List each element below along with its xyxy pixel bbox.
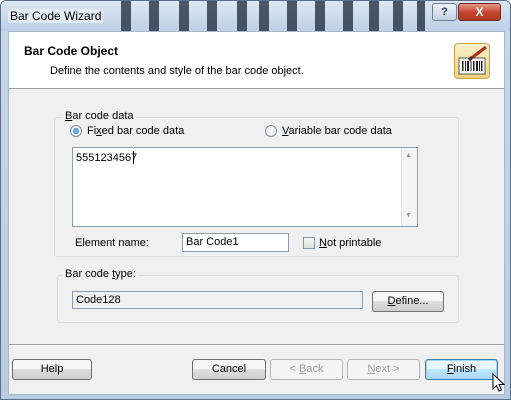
close-icon: X	[475, 5, 484, 19]
barcode-data-textarea[interactable]: 5551234567 ▲ ▼	[72, 147, 418, 227]
help-title-button[interactable]: ?	[432, 3, 457, 21]
element-name-label: Element name:	[75, 237, 149, 249]
radio-checked-icon	[70, 125, 82, 137]
scroll-up-arrow-icon[interactable]: ▲	[405, 152, 412, 159]
title-bar[interactable]: Bar Code Wizard ? X	[1, 1, 510, 31]
back-button[interactable]: < Back	[270, 359, 343, 380]
scroll-down-arrow-icon[interactable]: ▼	[405, 212, 412, 219]
wizard-header: Bar Code Object Define the contents and …	[9, 32, 504, 89]
radio-unchecked-icon	[265, 125, 277, 137]
barcode-type-field: Code128	[72, 291, 363, 309]
mouse-pointer-icon	[492, 373, 506, 392]
fixed-barcode-label: Fixed bar code data	[87, 125, 185, 137]
element-name-input[interactable]: Bar Code1	[182, 233, 289, 252]
close-button[interactable]: X	[458, 3, 501, 21]
variable-barcode-label: Variable bar code data	[282, 125, 392, 137]
window-title: Bar Code Wizard	[8, 9, 104, 23]
barcode-type-group-label: Bar code type:	[63, 268, 138, 280]
text-caret	[133, 151, 134, 164]
barcode-data-value: 5551234567	[76, 152, 138, 164]
fixed-barcode-radio[interactable]: Fixed bar code data	[70, 125, 184, 137]
footer-separator	[9, 344, 504, 346]
barcode-pen-icon	[454, 43, 490, 79]
wizard-window: Bar Code Wizard ? X Bar Code Object Defi…	[0, 0, 511, 400]
cancel-button[interactable]: Cancel	[192, 359, 266, 380]
help-button[interactable]: Help	[12, 359, 92, 380]
page-subtitle: Define the contents and style of the bar…	[50, 65, 304, 77]
question-icon: ?	[441, 6, 448, 18]
textarea-scrollbar[interactable]: ▲ ▼	[401, 148, 417, 226]
finish-button[interactable]: Finish	[425, 359, 498, 380]
next-button[interactable]: Next >	[347, 359, 420, 380]
variable-barcode-radio[interactable]: Variable bar code data	[265, 125, 392, 137]
wizard-body: Bar Code Object Define the contents and …	[8, 31, 505, 395]
define-button[interactable]: Define...	[372, 291, 444, 312]
title-bar-background	[111, 1, 441, 31]
not-printable-label: Not printable	[319, 237, 382, 249]
barcode-data-group-label: Bar code data	[63, 110, 136, 122]
page-title: Bar Code Object	[24, 44, 119, 58]
not-printable-checkbox[interactable]	[303, 237, 315, 249]
